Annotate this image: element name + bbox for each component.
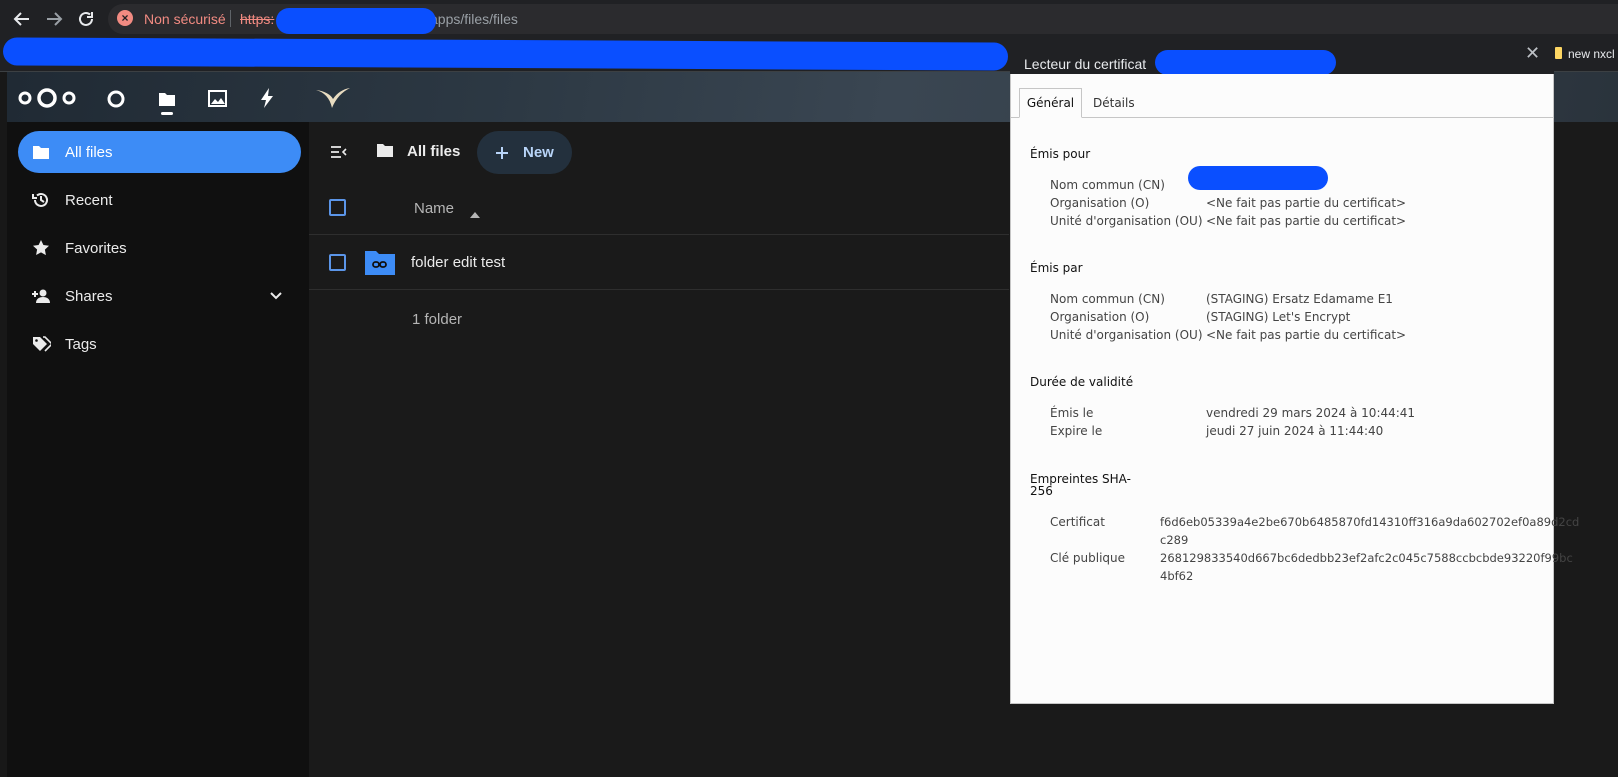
redaction <box>2 37 1009 71</box>
back-button[interactable] <box>11 8 33 30</box>
files-app[interactable] <box>156 88 178 110</box>
dashboard-app[interactable] <box>105 88 127 110</box>
arrow-right-icon <box>47 12 63 26</box>
issued-on-value: vendredi 29 mars 2024 à 10:44:41 <box>1206 406 1416 420</box>
sidebar-item-favorites[interactable]: Favorites <box>18 227 301 269</box>
select-all-checkbox[interactable] <box>329 199 346 216</box>
lightning-icon <box>261 88 273 108</box>
redaction <box>1188 166 1328 190</box>
issued-to-ou-value: <Ne fait pas partie du certificat> <box>1206 214 1407 228</box>
photos-app[interactable] <box>206 87 228 109</box>
issued-to-org-label: Organisation (O) <box>1050 196 1150 210</box>
cert-fingerprint-value: f6d6eb05339a4e2be670b6485870fd14310ff316… <box>1160 515 1580 529</box>
sidebar-item-tags[interactable]: Tags <box>18 323 301 365</box>
expires-on-value: jeudi 27 juin 2024 à 11:44:40 <box>1206 424 1384 438</box>
row-divider <box>309 234 1009 235</box>
new-button-label: New <box>523 144 554 161</box>
image-icon <box>207 89 227 107</box>
row-checkbox[interactable] <box>329 254 346 271</box>
custom-app[interactable] <box>313 84 353 112</box>
cert-fingerprint-value-cont: c289 <box>1160 533 1189 547</box>
chevron-down-icon[interactable] <box>269 288 283 306</box>
issued-by-ou-value: <Ne fait pas partie du certificat> <box>1206 328 1407 342</box>
sidebar-item-recent[interactable]: Recent <box>18 179 301 221</box>
section-fingerprints-line2: 256 <box>1030 484 1053 498</box>
boomerang-icon <box>316 88 350 108</box>
sort-ascending-icon[interactable] <box>470 205 480 223</box>
expires-on-label: Expire le <box>1050 424 1103 438</box>
forward-button[interactable] <box>43 8 65 30</box>
sidebar-item-shares[interactable]: Shares <box>18 275 301 317</box>
dashboard-icon <box>107 90 125 108</box>
folder-icon <box>31 142 51 162</box>
new-button[interactable]: New <box>477 131 572 174</box>
sidebar-item-label: Favorites <box>65 239 127 257</box>
bookmark-folder-icon <box>1555 47 1562 59</box>
activity-app[interactable] <box>256 86 278 110</box>
share-user-icon <box>31 286 51 306</box>
pk-fingerprint-value-cont: 4bf62 <box>1160 569 1194 583</box>
address-separator <box>230 10 231 27</box>
reload-button[interactable] <box>75 8 97 30</box>
section-issued-by: Émis par <box>1030 261 1083 275</box>
security-status[interactable]: Non sécurisé <box>144 11 226 27</box>
folder-icon <box>159 93 175 106</box>
nextcloud-logo[interactable] <box>17 86 77 110</box>
column-header-name[interactable]: Name <box>414 200 454 217</box>
tab-general[interactable]: Général <box>1019 88 1082 118</box>
pk-fingerprint-label: Clé publique <box>1050 551 1126 565</box>
history-icon <box>31 190 51 210</box>
url-scheme[interactable]: https: <box>240 11 274 27</box>
reload-icon <box>79 11 93 26</box>
tag-icon <box>31 334 51 354</box>
issued-by-cn-label: Nom commun (CN) <box>1050 292 1165 306</box>
issued-to-cn-label: Nom commun (CN) <box>1050 178 1165 192</box>
section-validity: Durée de validité <box>1030 375 1134 389</box>
issued-by-org-value: (STAGING) Let's Encrypt <box>1206 310 1351 324</box>
bookmark-item[interactable]: new nxcl <box>1568 47 1615 61</box>
sidebar-item-label: All files <box>65 143 113 161</box>
menu-collapse-icon <box>331 146 347 158</box>
sidebar-item-all-files[interactable]: All files <box>18 131 301 173</box>
issued-to-ou-label: Unité d'organisation (OU) <box>1050 214 1203 228</box>
breadcrumb[interactable]: All files <box>407 143 460 160</box>
certificate-dialog-title: Lecteur du certificat <box>1024 56 1147 72</box>
sidebar-item-label: Shares <box>65 287 113 305</box>
nextcloud-logo-icon <box>18 88 76 108</box>
pk-fingerprint-value: 268129833540d667bc6dedbb23ef2afc2c045c75… <box>1160 551 1573 565</box>
tab-details[interactable]: Détails <box>1093 96 1135 110</box>
star-icon <box>31 238 51 258</box>
redaction <box>1155 50 1336 75</box>
shared-folder-icon[interactable] <box>364 249 396 276</box>
sidebar-item-label: Recent <box>65 191 113 209</box>
files-summary: 1 folder <box>412 311 463 328</box>
section-issued-to: Émis pour <box>1030 147 1091 161</box>
issued-by-cn-value: (STAGING) Ersatz Edamame E1 <box>1206 292 1393 306</box>
sidebar-item-label: Tags <box>65 335 97 353</box>
issued-on-label: Émis le <box>1050 406 1094 420</box>
tab-divider <box>1011 117 1553 118</box>
issued-by-org-label: Organisation (O) <box>1050 310 1150 324</box>
toggle-sidebar-button[interactable] <box>330 144 348 160</box>
issued-to-org-value: <Ne fait pas partie du certificat> <box>1206 196 1407 210</box>
plus-icon <box>495 146 509 160</box>
row-divider <box>309 289 1009 290</box>
file-name[interactable]: folder edit test <box>411 254 505 271</box>
url-path[interactable]: apps/files/files <box>430 11 518 27</box>
breadcrumb-folder-icon <box>376 143 394 159</box>
cert-fingerprint-label: Certificat <box>1050 515 1105 529</box>
redaction <box>276 8 436 34</box>
arrow-left-icon <box>13 12 29 26</box>
close-icon[interactable]: ✕ <box>1525 43 1540 64</box>
not-secure-icon[interactable]: × <box>117 10 133 26</box>
issued-by-ou-label: Unité d'organisation (OU) <box>1050 328 1203 342</box>
active-app-indicator <box>161 112 173 115</box>
